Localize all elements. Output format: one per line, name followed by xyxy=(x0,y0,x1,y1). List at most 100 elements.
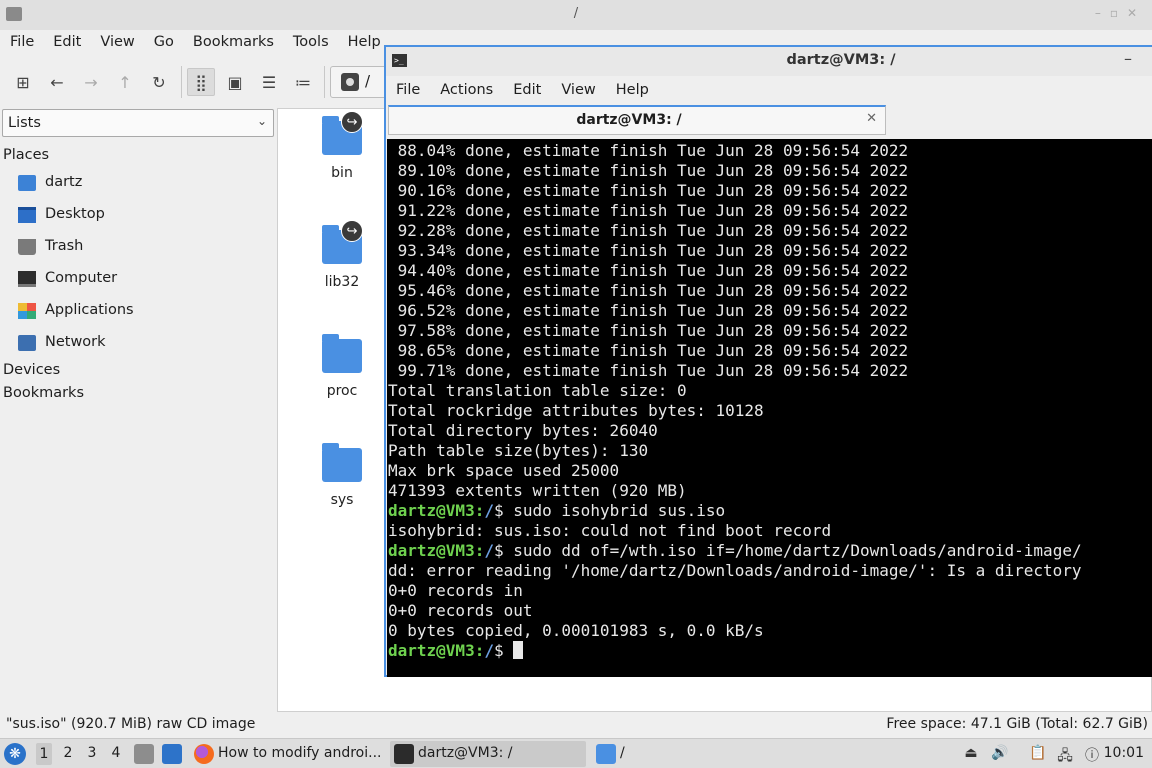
workspace-3[interactable]: 3 xyxy=(84,745,100,768)
menu-go[interactable]: Go xyxy=(144,30,183,56)
start-menu-icon[interactable]: ❋ xyxy=(4,743,26,765)
terminal-menu-help[interactable]: Help xyxy=(606,78,659,104)
terminal-line-text: Max brk space used 25000 xyxy=(388,461,620,480)
file-manager-launcher-icon[interactable] xyxy=(134,744,154,764)
sidebar-item-label: Trash xyxy=(45,238,84,254)
menu-tools[interactable]: Tools xyxy=(283,30,338,56)
devices-header[interactable]: Devices xyxy=(3,362,60,378)
window-controls[interactable]: –▫✕ xyxy=(1095,6,1146,20)
terminal-line-text: 88.04% done, estimate finish Tue Jun 28 … xyxy=(388,141,909,160)
file-item-proc[interactable]: proc xyxy=(302,334,382,399)
prompt-user: dartz@VM3 xyxy=(388,641,475,660)
trash-icon xyxy=(18,239,36,255)
folder-icon xyxy=(322,443,362,482)
thumbnail-view-icon[interactable]: ▣ xyxy=(221,68,249,96)
menu-bookmarks[interactable]: Bookmarks xyxy=(183,30,283,56)
terminal-line: 0+0 records out xyxy=(387,601,1152,621)
task-firefox[interactable]: How to modify androi... xyxy=(190,741,386,767)
menu-edit[interactable]: Edit xyxy=(43,30,90,56)
sidebar-item-label: Computer xyxy=(45,270,118,286)
toolbar-separator xyxy=(324,66,325,98)
terminal-menu-file[interactable]: File xyxy=(386,78,430,104)
back-icon[interactable]: ← xyxy=(43,68,71,96)
terminal-line: 0+0 records in xyxy=(387,581,1152,601)
file-manager-titlebar[interactable]: / –▫✕ xyxy=(0,0,1152,30)
sidebar-item-desktop[interactable]: Desktop xyxy=(16,202,266,230)
path-bar[interactable]: / xyxy=(330,66,390,98)
workspace-1[interactable]: 1 xyxy=(36,743,52,765)
terminal-menu-edit[interactable]: Edit xyxy=(503,78,551,104)
compact-view-icon[interactable]: ☰ xyxy=(255,68,283,96)
workspace-4[interactable]: 4 xyxy=(108,745,124,768)
terminal-line-text: 471393 extents written (920 MB) xyxy=(388,481,687,500)
task-file-manager[interactable]: / xyxy=(592,741,652,767)
selection-status: "sus.iso" (920.7 MiB) raw CD image xyxy=(6,716,256,732)
clipboard-icon[interactable]: 📋 xyxy=(1029,745,1047,763)
new-tab-icon[interactable]: ⊞ xyxy=(9,68,37,96)
desktop-icon xyxy=(18,207,36,223)
terminal-tab[interactable]: dartz@VM3: / ✕ xyxy=(388,105,886,135)
file-item-sys[interactable]: sys xyxy=(302,443,382,508)
close-tab-icon[interactable]: ✕ xyxy=(866,111,877,126)
volume-icon[interactable]: 🔊 xyxy=(991,745,1009,763)
sidebar-item-network[interactable]: Network xyxy=(16,330,266,358)
forward-icon[interactable]: → xyxy=(77,68,105,96)
terminal-line-text: dd: error reading '/home/dartz/Downloads… xyxy=(388,561,1082,580)
terminal-titlebar[interactable]: >_ dartz@VM3: / – xyxy=(386,47,1152,76)
eject-icon[interactable]: ⏏ xyxy=(962,745,980,763)
sidebar-item-dartz[interactable]: dartz xyxy=(16,170,266,198)
sidebar-item-applications[interactable]: Applications xyxy=(16,298,266,326)
file-item-bin[interactable]: ↪ bin xyxy=(302,111,382,181)
bookmarks-header[interactable]: Bookmarks xyxy=(3,385,84,401)
menu-view[interactable]: View xyxy=(90,30,143,56)
file-name: sys xyxy=(330,492,354,508)
sidebar-item-label: Network xyxy=(45,334,106,350)
terminal-menu-view[interactable]: View xyxy=(551,78,605,104)
terminal-line: dartz@VM3:/$ xyxy=(387,641,1152,661)
workspace-2[interactable]: 2 xyxy=(60,745,76,768)
computer-icon xyxy=(18,271,36,287)
terminal-line-text: Total translation table size: 0 xyxy=(388,381,687,400)
sidebar-item-computer[interactable]: Computer xyxy=(16,266,266,294)
free-space-status: Free space: 47.1 GiB (Total: 62.7 GiB) xyxy=(886,716,1148,732)
up-icon[interactable]: ↑ xyxy=(111,68,139,96)
places-header[interactable]: Places xyxy=(3,147,49,163)
folder-icon xyxy=(322,334,362,373)
terminal-line-text: $ sudo isohybrid sus.iso xyxy=(493,501,726,520)
toolbar-separator xyxy=(181,66,182,98)
symlink-icon: ↪ xyxy=(341,220,363,242)
terminal-line: 95.46% done, estimate finish Tue Jun 28 … xyxy=(387,281,1152,301)
update-notifier-icon[interactable]: ⓘ xyxy=(1083,745,1101,764)
icon-view-icon[interactable]: ⣿ xyxy=(187,68,215,96)
terminal-menu-actions[interactable]: Actions xyxy=(430,78,503,104)
reload-icon[interactable]: ↻ xyxy=(145,68,173,96)
terminal-line-text: 97.58% done, estimate finish Tue Jun 28 … xyxy=(388,321,909,340)
side-pane-mode-select[interactable]: Lists ⌄ xyxy=(2,109,274,137)
clock[interactable]: 10:01 xyxy=(1104,745,1144,768)
sidebar-item-trash[interactable]: Trash xyxy=(16,234,266,262)
terminal-output[interactable]: 88.04% done, estimate finish Tue Jun 28 … xyxy=(387,139,1152,677)
home-folder-icon xyxy=(18,175,36,191)
prompt-user: dartz@VM3 xyxy=(388,541,475,560)
terminal-line: isohybrid: sus.iso: could not find boot … xyxy=(387,521,1152,541)
drive-icon xyxy=(341,73,359,91)
menu-help[interactable]: Help xyxy=(338,30,390,56)
folder-icon xyxy=(596,744,616,764)
network-status-icon[interactable]: 🖧 xyxy=(1056,745,1074,764)
file-manager-toolbar: ⊞ ← → ↑ ↻ ⣿ ▣ ☰ ≔ / xyxy=(0,62,400,102)
terminal-line-text: 91.22% done, estimate finish Tue Jun 28 … xyxy=(388,201,909,220)
terminal-tab-label: dartz@VM3: / xyxy=(576,112,682,128)
menu-file[interactable]: File xyxy=(0,30,43,56)
file-item-lib32[interactable]: ↪ lib32 xyxy=(302,220,382,290)
task-terminal[interactable]: dartz@VM3: / xyxy=(390,741,586,767)
file-name: bin xyxy=(331,165,353,181)
minimize-button[interactable]: – xyxy=(1124,49,1132,68)
desktop-launcher-icon[interactable] xyxy=(162,744,182,764)
terminal-window: >_ dartz@VM3: / – File Actions Edit View… xyxy=(384,45,1152,677)
applications-icon xyxy=(18,303,36,319)
terminal-line-text: 0+0 records out xyxy=(388,601,533,620)
terminal-line: Total translation table size: 0 xyxy=(387,381,1152,401)
detailed-list-view-icon[interactable]: ≔ xyxy=(289,68,317,96)
side-pane-mode-value: Lists xyxy=(8,115,41,131)
task-label: / xyxy=(620,745,625,761)
